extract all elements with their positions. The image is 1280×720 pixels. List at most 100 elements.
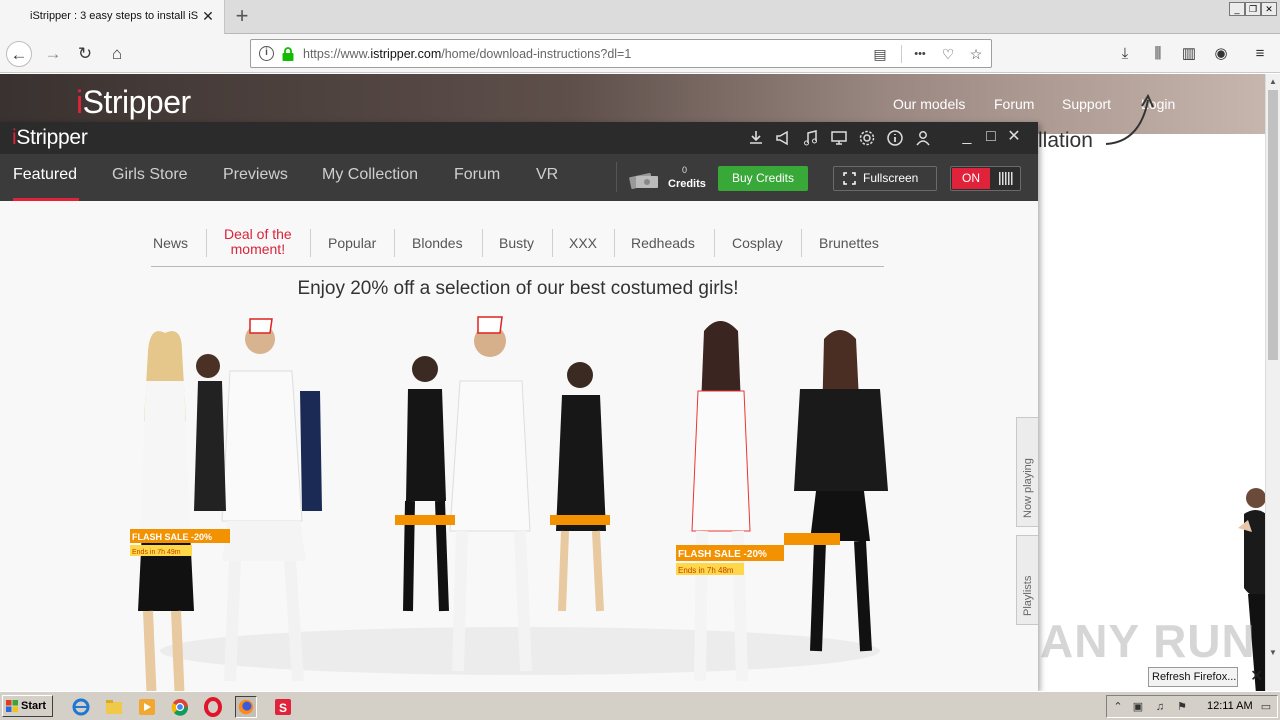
category-divider [394,229,395,257]
scroll-up-icon[interactable]: ▲ [1268,77,1278,87]
app-maximize-icon[interactable]: □ [982,128,1000,146]
network-icon[interactable]: ▣ [1131,700,1145,714]
page-actions-icon[interactable]: ••• [911,45,929,63]
fullscreen-button[interactable]: Fullscreen [833,166,937,191]
category-cosplay[interactable]: Cosplay [732,235,783,251]
windows-taskbar: Start S ⌃ ▣ ♫ ⚑ 12:11 AM ▭ [0,691,1280,720]
home-icon[interactable]: ⌂ [104,41,130,67]
back-icon[interactable]: ← [6,41,32,67]
tab-featured[interactable]: Featured [13,166,77,184]
category-blondes[interactable]: Blondes [412,235,463,251]
fullscreen-label: Fullscreen [863,171,919,185]
downloads-icon[interactable]: ⤓ [1116,45,1134,63]
user-icon[interactable] [913,128,933,148]
media-player-icon[interactable] [136,696,158,718]
clock[interactable]: 12:11 AM [1207,700,1253,712]
tab-previews[interactable]: Previews [223,166,288,184]
scroll-thumb[interactable] [1268,90,1278,360]
minimize-window-icon[interactable]: _ [1229,2,1245,16]
tab-vr[interactable]: VR [536,166,558,184]
tray-expand-icon[interactable]: ⌃ [1111,700,1125,714]
internet-explorer-icon[interactable] [70,696,92,718]
opera-icon[interactable] [202,696,224,718]
url-prefix: https://www. [303,47,371,61]
forward-icon[interactable]: → [40,41,66,67]
site-info-icon[interactable]: i [259,46,274,61]
browser-tab[interactable]: iStripper : 3 easy steps to install iS ✕ [0,0,225,34]
buy-credits-button[interactable]: Buy Credits [718,166,808,191]
app-logo-rest: Stripper [16,126,88,149]
category-deal-of-the-moment[interactable]: Deal of the moment! [224,227,292,257]
bookmark-star-icon[interactable]: ☆ [967,45,985,63]
category-news[interactable]: News [153,235,188,251]
music-icon[interactable] [801,128,821,148]
tab-girls-store[interactable]: Girls Store [112,166,188,184]
volume-icon[interactable]: ♫ [1153,700,1167,714]
restore-window-icon[interactable]: ❐ [1245,2,1261,16]
account-icon[interactable]: ◉ [1212,45,1230,63]
info-icon[interactable] [885,128,905,148]
tab-close-icon[interactable]: ✕ [200,8,216,24]
svg-text:S: S [279,701,287,715]
app-titlebar[interactable]: iStripper _ □ ✕ [0,122,1038,154]
category-popular[interactable]: Popular [328,235,376,251]
tab-my-collection[interactable]: My Collection [322,166,418,184]
site-nav-our-models[interactable]: Our models [893,96,965,112]
category-divider [310,229,311,257]
istripper-app-window: iStripper _ □ ✕ Featured Girls Store Pre… [0,122,1038,691]
tab-title: iStripper : 3 easy steps to install iS [30,10,198,22]
scroll-down-icon[interactable]: ▼ [1268,648,1278,658]
now-playing-tab[interactable]: Now playing [1016,417,1038,527]
category-divider [482,229,483,257]
featured-content: News Deal of the moment! Popular Blondes… [0,201,1038,691]
featured-models-image[interactable]: FLASH SALE -20% Ends in 7h 49m FLASH SAL… [110,311,930,691]
playlists-tab[interactable]: Playlists [1016,535,1038,625]
toggle-bars-icon [999,172,1013,185]
library-icon[interactable]: ⫼ [1149,45,1167,63]
deal-line-2: moment! [230,241,286,257]
download-icon[interactable] [746,128,766,148]
new-tab-icon[interactable]: + [232,5,252,27]
menu-icon[interactable]: ≡ [1251,45,1269,63]
chrome-icon[interactable] [169,696,191,718]
settings-gear-icon[interactable] [857,128,877,148]
app-close-icon[interactable]: ✕ [1005,128,1023,146]
action-center-flag-icon[interactable]: ⚑ [1175,700,1189,714]
file-explorer-icon[interactable] [103,696,125,718]
tab-forum[interactable]: Forum [454,166,500,184]
sidebar-icon[interactable]: ▥ [1180,45,1198,63]
firefox-icon[interactable] [235,696,257,718]
category-xxx[interactable]: XXX [569,235,597,251]
now-playing-label: Now playing [1022,458,1034,518]
site-logo[interactable]: iStripper [76,84,191,121]
promo-headline: Enjoy 20% off a selection of our best co… [297,278,739,299]
category-busty[interactable]: Busty [499,235,534,251]
site-nav-forum[interactable]: Forum [994,96,1034,112]
category-brunettes[interactable]: Brunettes [819,235,879,251]
page-scrollbar[interactable]: ▲ ▼ [1265,74,1280,691]
tab-favicon [9,10,23,24]
start-button[interactable]: Start [2,695,53,717]
url-bar[interactable]: i https://www.istripper.com/home/downloa… [250,39,992,68]
notification-icon[interactable]: ▭ [1259,700,1273,714]
close-window-icon[interactable]: ✕ [1261,2,1277,16]
notification-close-icon[interactable]: ✕ [1250,666,1263,686]
deal-line-1: Deal of the [224,226,292,242]
pocket-icon[interactable]: ♡ [939,45,957,63]
monitor-icon[interactable] [829,128,849,148]
sale-badge-1-ends: Ends in 7h 49m [132,549,181,556]
fullscreen-icon [843,172,856,185]
category-redheads[interactable]: Redheads [631,235,695,251]
istripper-taskbar-icon[interactable]: S [272,696,294,718]
toggle-on-label: ON [952,168,990,189]
reader-view-icon[interactable]: ▤ [871,45,889,63]
announcement-icon[interactable] [773,128,793,148]
nav-divider [616,162,617,192]
app-minimize-icon[interactable]: _ [958,128,976,146]
on-off-toggle[interactable]: ON [950,166,1021,191]
browser-navbar: ← → ↻ ⌂ i https://www.istripper.com/home… [0,34,1280,73]
reload-icon[interactable]: ↻ [72,41,98,67]
category-divider [801,229,802,257]
category-divider [614,229,615,257]
refresh-firefox-button[interactable]: Refresh Firefox... [1148,667,1238,687]
